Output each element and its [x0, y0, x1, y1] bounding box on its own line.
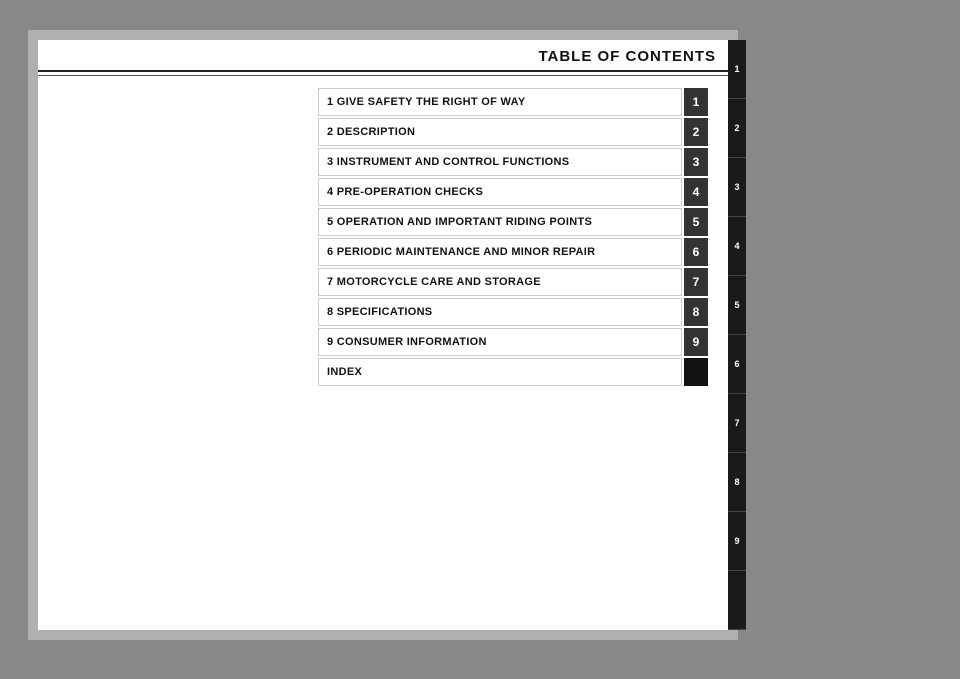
- toc-label: 6 PERIODIC MAINTENANCE AND MINOR REPAIR: [318, 238, 682, 266]
- header-area: TABLE OF CONTENTS: [38, 40, 728, 72]
- toc-row[interactable]: 2 DESCRIPTION2: [318, 118, 708, 146]
- sidebar-tab-6[interactable]: 6: [728, 335, 746, 394]
- toc-row[interactable]: 1 GIVE SAFETY THE RIGHT OF WAY1: [318, 88, 708, 116]
- toc-row[interactable]: 4 PRE-OPERATION CHECKS4: [318, 178, 708, 206]
- sidebar-tab-5[interactable]: 5: [728, 276, 746, 335]
- toc-number: 2: [684, 118, 708, 146]
- toc-number: 4: [684, 178, 708, 206]
- toc-number: 3: [684, 148, 708, 176]
- toc-label: 4 PRE-OPERATION CHECKS: [318, 178, 682, 206]
- toc-number: 1: [684, 88, 708, 116]
- sidebar-tab-2[interactable]: 2: [728, 99, 746, 158]
- toc-number: 7: [684, 268, 708, 296]
- watermark: carmanualsonline.info: [843, 649, 950, 661]
- toc-number: 5: [684, 208, 708, 236]
- toc-row[interactable]: 9 CONSUMER INFORMATION9: [318, 328, 708, 356]
- toc-row[interactable]: 8 SPECIFICATIONS8: [318, 298, 708, 326]
- toc-number: 9: [684, 328, 708, 356]
- toc-label: 9 CONSUMER INFORMATION: [318, 328, 682, 356]
- toc-label: 3 INSTRUMENT AND CONTROL FUNCTIONS: [318, 148, 682, 176]
- sidebar-tab-9[interactable]: 9: [728, 512, 746, 571]
- toc-number: [684, 358, 708, 386]
- toc-row[interactable]: INDEX: [318, 358, 708, 386]
- toc-row[interactable]: 5 OPERATION AND IMPORTANT RIDING POINTS5: [318, 208, 708, 236]
- header-divider: [38, 75, 728, 76]
- sidebar-tab-index[interactable]: [728, 571, 746, 630]
- toc-container: 1 GIVE SAFETY THE RIGHT OF WAY12 DESCRIP…: [318, 88, 708, 388]
- sidebar-tab-4[interactable]: 4: [728, 217, 746, 276]
- toc-number: 6: [684, 238, 708, 266]
- sidebar-tab-8[interactable]: 8: [728, 453, 746, 512]
- toc-label: 8 SPECIFICATIONS: [318, 298, 682, 326]
- toc-label: INDEX: [318, 358, 682, 386]
- toc-number: 8: [684, 298, 708, 326]
- toc-label: 7 MOTORCYCLE CARE AND STORAGE: [318, 268, 682, 296]
- toc-label: 5 OPERATION AND IMPORTANT RIDING POINTS: [318, 208, 682, 236]
- toc-label: 2 DESCRIPTION: [318, 118, 682, 146]
- toc-row[interactable]: 3 INSTRUMENT AND CONTROL FUNCTIONS3: [318, 148, 708, 176]
- sidebar-tab-3[interactable]: 3: [728, 158, 746, 217]
- right-sidebar: 123456789: [728, 40, 746, 630]
- page-title: TABLE OF CONTENTS: [538, 48, 716, 65]
- toc-row[interactable]: 7 MOTORCYCLE CARE AND STORAGE7: [318, 268, 708, 296]
- toc-row[interactable]: 6 PERIODIC MAINTENANCE AND MINOR REPAIR6: [318, 238, 708, 266]
- toc-label: 1 GIVE SAFETY THE RIGHT OF WAY: [318, 88, 682, 116]
- sidebar-tab-1[interactable]: 1: [728, 40, 746, 99]
- sidebar-tab-7[interactable]: 7: [728, 394, 746, 453]
